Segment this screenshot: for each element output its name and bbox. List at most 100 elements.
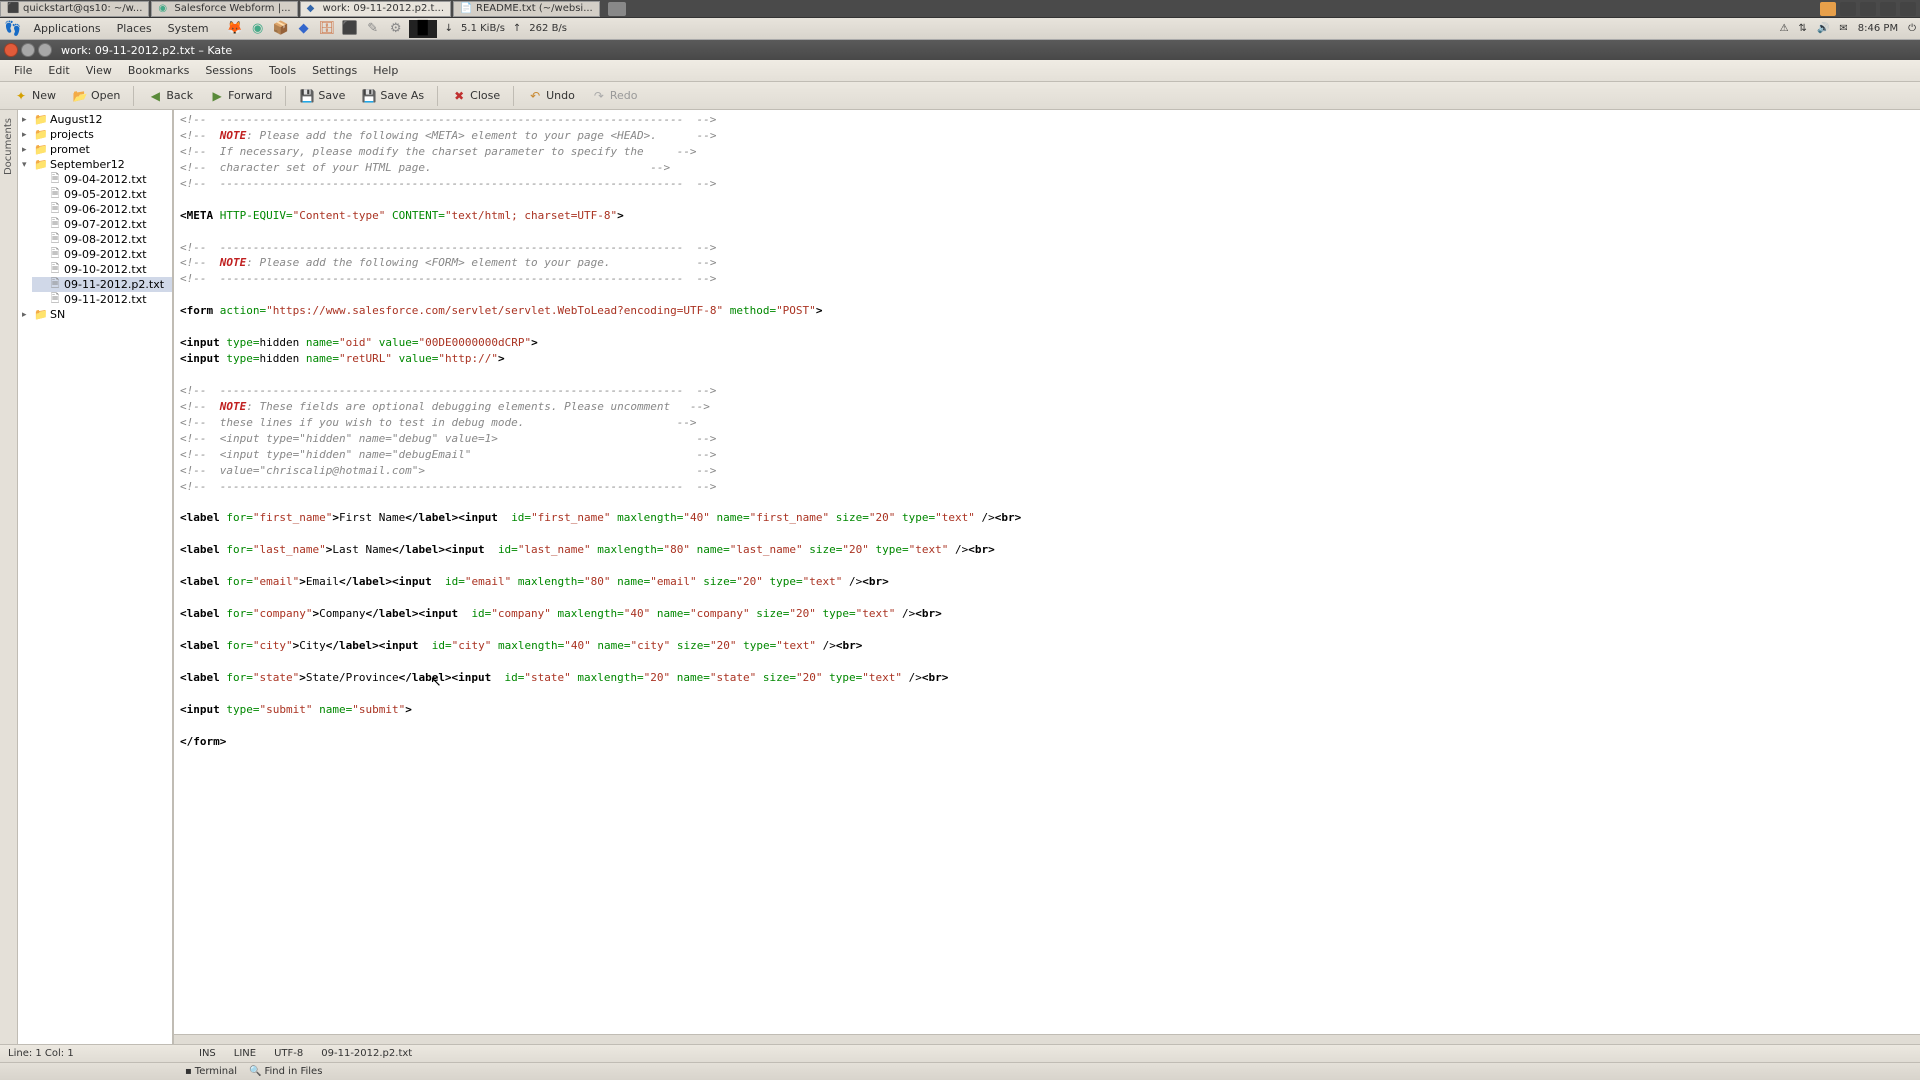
phpmyadmin-icon[interactable]: 🗄 [317, 20, 337, 38]
menubar: File Edit View Bookmarks Sessions Tools … [0, 60, 1920, 82]
menu-sessions[interactable]: Sessions [197, 61, 261, 80]
taskbar-tab-kate[interactable]: ◆ work: 09-11-2012.p2.t... [300, 1, 451, 17]
taskbar-tab-browser[interactable]: ◉ Salesforce Webform |... [151, 1, 297, 17]
network-status: ↓ 5.1 KiB/s ↑ 262 B/s [445, 23, 567, 34]
tree-file[interactable]: 🗎09-11-2012.txt [32, 292, 172, 307]
file-icon: 🗎 [48, 189, 62, 201]
statusbar: Line: 1 Col: 1 INS LINE UTF-8 09-11-2012… [0, 1044, 1920, 1062]
clock[interactable]: 8:46 PM [1858, 23, 1898, 34]
expander-icon[interactable]: ▾ [22, 160, 32, 170]
workspace-icon-4[interactable] [1900, 2, 1916, 16]
volume-icon[interactable]: 🔊 [1817, 23, 1829, 34]
open-button[interactable]: 📂Open [65, 84, 127, 108]
workspace-icon-2[interactable] [1860, 2, 1876, 16]
redo-icon: ↷ [591, 88, 607, 104]
workspace-icon-3[interactable] [1880, 2, 1896, 16]
open-icon: 📂 [72, 88, 88, 104]
tab-overflow-icon[interactable] [608, 2, 626, 16]
menu-help[interactable]: Help [365, 61, 406, 80]
applications-menu[interactable]: Applications [25, 20, 108, 37]
forward-button[interactable]: ▶Forward [202, 84, 279, 108]
new-icon: ✦ [13, 88, 29, 104]
gnome-foot-icon[interactable]: 👣 [4, 21, 21, 37]
firefox-icon[interactable]: 🦊 [225, 20, 245, 38]
power-icon[interactable]: ⏻ [1908, 23, 1916, 34]
tree-folder[interactable]: ▸📁promet [18, 142, 172, 157]
text-icon: 📄 [460, 3, 472, 15]
close-button[interactable]: ✖Close [444, 84, 507, 108]
terminal-launcher-icon[interactable]: ⬛ [340, 20, 360, 38]
menu-bookmarks[interactable]: Bookmarks [120, 61, 197, 80]
open-label: Open [91, 89, 120, 102]
tree-folder[interactable]: ▾📁September12 [18, 157, 172, 172]
save-as-button[interactable]: 💾Save As [354, 84, 431, 108]
network-icon[interactable]: ⇅ [1799, 23, 1807, 34]
terminal-tab-icon: ▪ [185, 1066, 192, 1077]
back-button[interactable]: ◀Back [140, 84, 200, 108]
virtualbox-icon[interactable]: 📦 [271, 20, 291, 38]
menu-file[interactable]: File [6, 61, 40, 80]
menu-view[interactable]: View [78, 61, 120, 80]
taskbar-right [1820, 2, 1920, 16]
bottom-panel: ▪ Terminal 🔍 Find in Files [0, 1062, 1920, 1080]
terminal-tab-label: Terminal [195, 1066, 237, 1077]
chrome-launcher-icon[interactable]: ◉ [248, 20, 268, 38]
file-tree[interactable]: ▸📁August12▸📁projects▸📁promet▾📁September1… [18, 110, 173, 1044]
filename-status: 09-11-2012.p2.txt [321, 1048, 412, 1059]
mail-icon[interactable]: ✉ [1839, 23, 1847, 34]
app-icon-2[interactable]: ✎ [363, 20, 383, 38]
workspace-icon-1[interactable] [1840, 2, 1856, 16]
window-minimize-button[interactable] [21, 43, 35, 57]
folder-label: SN [50, 308, 65, 321]
close-icon: ✖ [451, 88, 467, 104]
find-tab-icon: 🔍 [249, 1066, 261, 1077]
gnome-panel: 👣 Applications Places System 🦊 ◉ 📦 ◆ 🗄 ⬛… [0, 18, 1920, 40]
back-label: Back [166, 89, 193, 102]
menu-settings[interactable]: Settings [304, 61, 365, 80]
tray-icon-1[interactable]: ⚠ [1780, 23, 1789, 34]
window-maximize-button[interactable] [38, 43, 52, 57]
code-editor[interactable]: <!-- -----------------------------------… [173, 110, 1920, 1034]
expander-icon[interactable]: ▸ [22, 145, 32, 155]
taskbar-tab-readme[interactable]: 📄 README.txt (~/websi... [453, 1, 600, 17]
window-titlebar[interactable]: work: 09-11-2012.p2.txt – Kate [0, 40, 1920, 60]
new-button[interactable]: ✦New [6, 84, 63, 108]
app-icon-3[interactable]: ⚙ [386, 20, 406, 38]
undo-button[interactable]: ↶Undo [520, 84, 582, 108]
tree-folder[interactable]: ▸📁SN [18, 307, 172, 322]
expander-icon[interactable]: ▸ [22, 310, 32, 320]
expander-icon[interactable]: ▸ [22, 130, 32, 140]
expander-icon[interactable]: ▸ [22, 115, 32, 125]
app-icon-1[interactable]: ◆ [294, 20, 314, 38]
file-icon: 🗎 [48, 279, 62, 291]
tree-folder[interactable]: ▸📁projects [18, 127, 172, 142]
folder-icon: 📁 [34, 309, 48, 321]
redo-button[interactable]: ↷Redo [584, 84, 645, 108]
terminal-tab[interactable]: ▪ Terminal [185, 1066, 237, 1077]
file-icon: 🗎 [48, 234, 62, 246]
places-menu[interactable]: Places [109, 20, 160, 37]
folder-label: promet [50, 143, 90, 156]
documents-sidebar[interactable]: Documents [0, 110, 18, 1044]
folder-label: projects [50, 128, 94, 141]
notification-icon[interactable] [1820, 2, 1836, 16]
system-menu[interactable]: System [160, 20, 217, 37]
horizontal-scrollbar[interactable] [173, 1034, 1920, 1044]
app-icon-4[interactable]: █ [409, 20, 437, 38]
find-in-files-tab[interactable]: 🔍 Find in Files [249, 1066, 322, 1077]
toolbar-separator [285, 86, 286, 106]
file-icon: 🗎 [48, 204, 62, 216]
undo-label: Undo [546, 89, 575, 102]
folder-icon: 📁 [34, 144, 48, 156]
net-up-icon: ↑ [513, 23, 521, 34]
folder-label: September12 [50, 158, 125, 171]
toolbar-separator [133, 86, 134, 106]
menu-edit[interactable]: Edit [40, 61, 77, 80]
tree-folder[interactable]: ▸📁August12 [18, 112, 172, 127]
window-title: work: 09-11-2012.p2.txt – Kate [61, 44, 232, 57]
save-button[interactable]: 💾Save [292, 84, 352, 108]
taskbar-tab-terminal[interactable]: ⬛ quickstart@qs10: ~/w... [0, 1, 149, 17]
window-close-button[interactable] [4, 43, 18, 57]
file-icon: 🗎 [48, 249, 62, 261]
menu-tools[interactable]: Tools [261, 61, 304, 80]
